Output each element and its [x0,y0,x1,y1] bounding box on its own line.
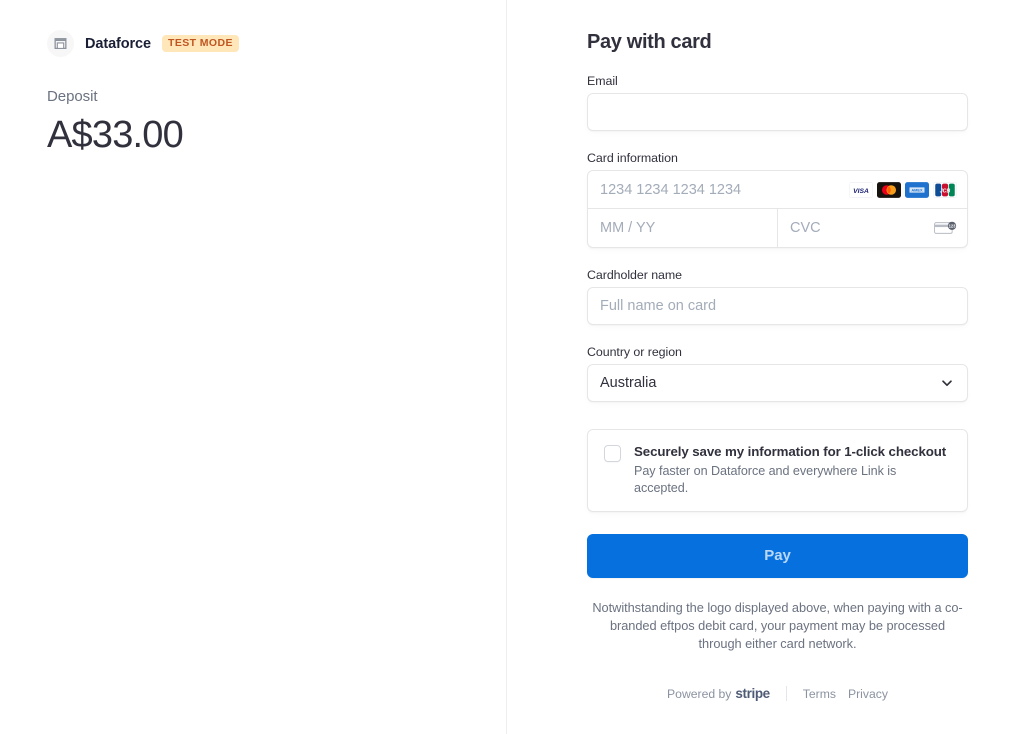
cardholder-name-label: Cardholder name [587,268,968,282]
merchant-name: Dataforce [85,36,151,52]
svg-text:JCB: JCB [940,188,951,194]
card-brand-icons: VISA [849,182,957,198]
visa-icon: VISA [849,182,873,198]
merchant-header: Dataforce TEST MODE [47,30,239,57]
email-label: Email [587,74,968,88]
country-group: Country or region Australia [587,345,968,402]
card-cvc-input[interactable]: CVC 123 [778,209,967,247]
powered-by-label: Powered by [667,687,731,701]
save-info-title: Securely save my information for 1-click… [634,443,953,461]
jcb-icon: JCB [933,182,957,198]
country-label: Country or region [587,345,968,359]
store-icon [47,30,74,57]
stripe-wordmark: stripe [735,686,769,701]
amount-label: Deposit [47,88,183,105]
cardholder-name-group: Cardholder name Full name on card [587,268,968,325]
country-selected-value: Australia [600,375,656,391]
save-info-box[interactable]: Securely save my information for 1-click… [587,429,968,512]
mastercard-icon [877,182,901,198]
card-expiry-placeholder: MM / YY [600,220,655,236]
cardholder-name-input[interactable]: Full name on card [587,287,968,325]
privacy-link[interactable]: Privacy [848,687,888,701]
eftpos-disclaimer: Notwithstanding the logo displayed above… [587,599,968,653]
card-number-input[interactable]: 1234 1234 1234 1234 VISA [588,171,967,209]
page-title: Pay with card [587,31,968,54]
country-select[interactable]: Australia [587,364,968,402]
svg-text:123: 123 [949,224,957,229]
pay-button[interactable]: Pay [587,534,968,578]
terms-link[interactable]: Terms [803,687,836,701]
card-cvc-placeholder: CVC [790,220,821,236]
payment-form: Pay with card Email Card information 123… [587,0,968,653]
save-info-checkbox[interactable] [604,445,621,462]
email-input[interactable] [587,93,968,131]
card-back-cvc-icon: 123 [934,220,957,236]
card-information-fieldset: 1234 1234 1234 1234 VISA [587,170,968,248]
svg-text:AMEX: AMEX [911,187,923,192]
save-info-text: Securely save my information for 1-click… [634,443,953,497]
card-information-group: Card information 1234 1234 1234 1234 VIS… [587,151,968,248]
amount-summary: Deposit A$33.00 [47,88,183,157]
footer-divider [786,686,787,701]
email-field-group: Email [587,74,968,131]
powered-by-stripe[interactable]: Powered by stripe [667,686,770,701]
card-information-label: Card information [587,151,968,165]
order-summary-panel: Dataforce TEST MODE Deposit A$33.00 [0,0,507,734]
footer: Powered by stripe Terms Privacy [587,686,968,701]
cardholder-name-placeholder: Full name on card [600,298,716,314]
chevron-down-icon [940,376,954,390]
card-expiry-input[interactable]: MM / YY [588,209,778,247]
amex-icon: AMEX [905,182,929,198]
payment-form-panel: Pay with card Email Card information 123… [507,0,1024,734]
card-expiry-cvc-row: MM / YY CVC 123 [588,209,967,247]
svg-text:VISA: VISA [853,188,869,195]
checkout-page: Dataforce TEST MODE Deposit A$33.00 Pay … [0,0,1024,734]
card-number-placeholder: 1234 1234 1234 1234 [600,182,849,198]
test-mode-badge: TEST MODE [162,35,239,53]
save-info-subtitle: Pay faster on Dataforce and everywhere L… [634,463,953,497]
amount-value: A$33.00 [47,115,183,157]
